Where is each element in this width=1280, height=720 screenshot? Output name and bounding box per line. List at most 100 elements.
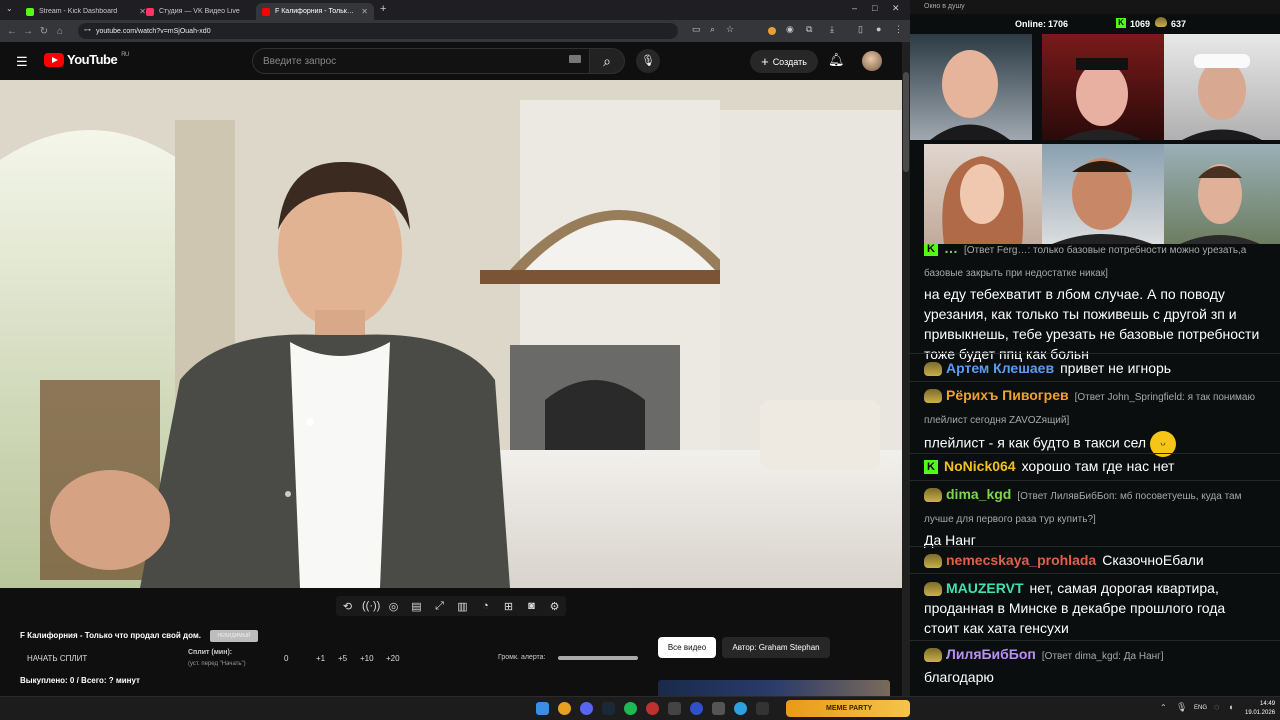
related-video-thumbnail[interactable] bbox=[658, 680, 890, 696]
download-icon[interactable]: ⤓ bbox=[830, 24, 834, 35]
vk-badge-icon bbox=[924, 362, 942, 377]
reload-icon[interactable]: ↻ bbox=[36, 26, 52, 37]
extension-icon[interactable] bbox=[768, 27, 776, 35]
site-info-icon[interactable]: ⊶ bbox=[84, 26, 91, 34]
screenshot-icon[interactable]: ◙ bbox=[523, 600, 540, 612]
chat-message: K NoNick064 хорошо там где нас нет bbox=[924, 456, 1264, 476]
search-placeholder: Введите запрос bbox=[263, 56, 337, 67]
chat-divider bbox=[910, 381, 1280, 382]
chat-divider bbox=[910, 353, 1280, 354]
tab-search-icon[interactable]: ⌄ bbox=[6, 4, 13, 13]
increment-1-button[interactable]: +1 bbox=[316, 654, 325, 663]
close-tab-icon[interactable]: ✕ bbox=[361, 7, 368, 16]
volume-icon[interactable]: ◖ bbox=[1228, 702, 1233, 712]
tab-youtube-video[interactable]: F Калифорния - Только что про ✕ bbox=[256, 3, 374, 20]
increment-5-button[interactable]: +5 bbox=[338, 654, 347, 663]
video-frame-image bbox=[0, 80, 902, 588]
steam-icon[interactable] bbox=[602, 702, 615, 715]
app-icon[interactable] bbox=[756, 702, 769, 715]
chat-message: nemecskaya_prohlada СказочноЕбали bbox=[924, 550, 1264, 570]
tray-chevron-icon[interactable]: ⌃ bbox=[1160, 703, 1167, 712]
chat-text: хорошо там где нас нет bbox=[1021, 458, 1175, 474]
extension-icon[interactable]: ◉ bbox=[786, 24, 794, 35]
avatar[interactable] bbox=[862, 51, 882, 71]
audio-icon[interactable]: ((·)) bbox=[362, 600, 380, 612]
loop-icon[interactable]: ⟲ bbox=[339, 600, 356, 613]
all-videos-button[interactable]: Все видео bbox=[658, 637, 716, 658]
voice-search-button[interactable]: 🎙︎ bbox=[636, 49, 660, 73]
page-scrollbar[interactable] bbox=[902, 42, 910, 696]
tab-vk-studio[interactable]: Студия — VK Видео Live ✕ bbox=[140, 3, 272, 20]
telegram-icon[interactable] bbox=[734, 702, 747, 715]
add-icon[interactable]: ⊞ bbox=[500, 600, 517, 613]
chat-nick: ЛиляБибБоп bbox=[946, 646, 1036, 662]
url-text: youtube.com/watch?v=mSjOuah-xd0 bbox=[96, 27, 211, 35]
back-icon[interactable]: ← bbox=[4, 26, 20, 37]
keyboard-icon[interactable] bbox=[569, 55, 581, 63]
settings-gear-icon[interactable]: ⚙ bbox=[546, 600, 563, 613]
app-icon[interactable] bbox=[712, 702, 725, 715]
search-input[interactable]: Введите запрос bbox=[252, 48, 592, 74]
speed-icon[interactable]: ◔ bbox=[477, 600, 494, 612]
tab-kick-dashboard[interactable]: Stream - Kick Dashboard ✕ bbox=[20, 3, 152, 20]
close-window-icon[interactable]: ✕ bbox=[892, 3, 900, 14]
overlay-window-title: Окно в душу bbox=[924, 3, 965, 10]
increment-20-button[interactable]: +20 bbox=[386, 654, 400, 663]
chrome-icon[interactable] bbox=[558, 702, 571, 715]
bookmark-star-icon[interactable]: ☆ bbox=[726, 24, 734, 35]
app-icon[interactable] bbox=[646, 702, 659, 715]
extensions-puzzle-icon[interactable]: ⧉ bbox=[806, 24, 812, 35]
app-icon[interactable] bbox=[668, 702, 681, 715]
create-button[interactable]: + Создать bbox=[750, 50, 818, 73]
author-button[interactable]: Автор: Graham Stephan bbox=[722, 637, 830, 658]
vk-badge-icon bbox=[924, 389, 942, 404]
chat-message: Рёрихъ Пивогрев [Ответ John_Springfield: … bbox=[924, 385, 1264, 457]
maximize-icon[interactable]: □ bbox=[872, 3, 877, 13]
youtube-header: ☰ YouTube RU Введите запрос ⌕ 🎙︎ + Созда… bbox=[0, 42, 902, 80]
chat-message: ЛиляБибБоп [Ответ dima_kgd: Да Нанг] благ… bbox=[924, 644, 1264, 687]
language-indicator[interactable]: ENG bbox=[1194, 705, 1207, 711]
kick-viewer-count: 1069 bbox=[1130, 19, 1151, 29]
start-split-button[interactable]: НАЧАТЬ СПЛИТ bbox=[27, 654, 87, 663]
zoom-icon[interactable]: ⌕ bbox=[710, 24, 715, 35]
start-windows-icon[interactable] bbox=[536, 702, 549, 715]
video-player[interactable] bbox=[0, 80, 902, 588]
alert-volume-slider[interactable] bbox=[558, 656, 638, 660]
menu-hamburger-icon[interactable]: ☰ bbox=[16, 54, 28, 70]
sidebar-icon[interactable]: ▯ bbox=[858, 24, 863, 35]
clip-icon[interactable]: ▤ bbox=[408, 600, 425, 613]
app-icon[interactable] bbox=[690, 702, 703, 715]
frames-icon[interactable]: ▥ bbox=[454, 600, 471, 613]
search-button[interactable]: ⌕ bbox=[589, 48, 625, 74]
home-icon[interactable]: ⌂ bbox=[52, 26, 68, 37]
chat-feed: K … [Ответ Ferg…: только базовые потребнос… bbox=[910, 244, 1280, 696]
chat-nick: nemecskaya_prohlada bbox=[946, 552, 1097, 568]
minimize-icon[interactable]: – bbox=[852, 3, 857, 13]
plus-icon: + bbox=[761, 54, 769, 69]
youtube-favicon-icon bbox=[262, 7, 270, 16]
viewer-stats: Online: 1706 K 1069 637 bbox=[910, 14, 1280, 34]
notifications-bell-icon[interactable]: 🔔︎ bbox=[828, 52, 845, 68]
increment-10-button[interactable]: +10 bbox=[360, 654, 374, 663]
chat-message: K … [Ответ Ferg…: только базовые потребнос… bbox=[924, 244, 1264, 364]
split-minutes-input[interactable]: 0 bbox=[284, 654, 288, 663]
microphone-tray-icon[interactable]: 🎙︎ bbox=[1176, 702, 1187, 713]
forward-icon[interactable]: → bbox=[20, 26, 36, 37]
spotify-icon[interactable] bbox=[624, 702, 637, 715]
youtube-logo[interactable]: YouTube RU bbox=[44, 52, 129, 67]
new-tab-icon[interactable]: + bbox=[380, 3, 386, 15]
hide-icon[interactable]: ◎ bbox=[385, 600, 402, 613]
split-label: Сплит (мин): bbox=[188, 649, 233, 656]
chat-text: благодарю bbox=[924, 669, 994, 685]
network-icon[interactable]: ◌ bbox=[1214, 702, 1219, 712]
profile-icon[interactable]: ● bbox=[876, 24, 881, 34]
system-clock[interactable]: 14:49 19.01.2026 bbox=[1245, 700, 1275, 718]
resize-icon[interactable]: ⤢ bbox=[431, 600, 448, 613]
url-field[interactable]: ⊶ youtube.com/watch?v=mSjOuah-xd0 bbox=[78, 23, 678, 39]
scrollbar-thumb[interactable] bbox=[903, 72, 909, 172]
meme-party-widget[interactable]: MEME PARTY bbox=[786, 700, 910, 717]
cast-icon[interactable]: ▭ bbox=[692, 24, 701, 35]
menu-dots-icon[interactable]: ⋮ bbox=[894, 24, 903, 35]
discord-icon[interactable] bbox=[580, 702, 593, 715]
clock-date: 19.01.2026 bbox=[1245, 710, 1276, 716]
